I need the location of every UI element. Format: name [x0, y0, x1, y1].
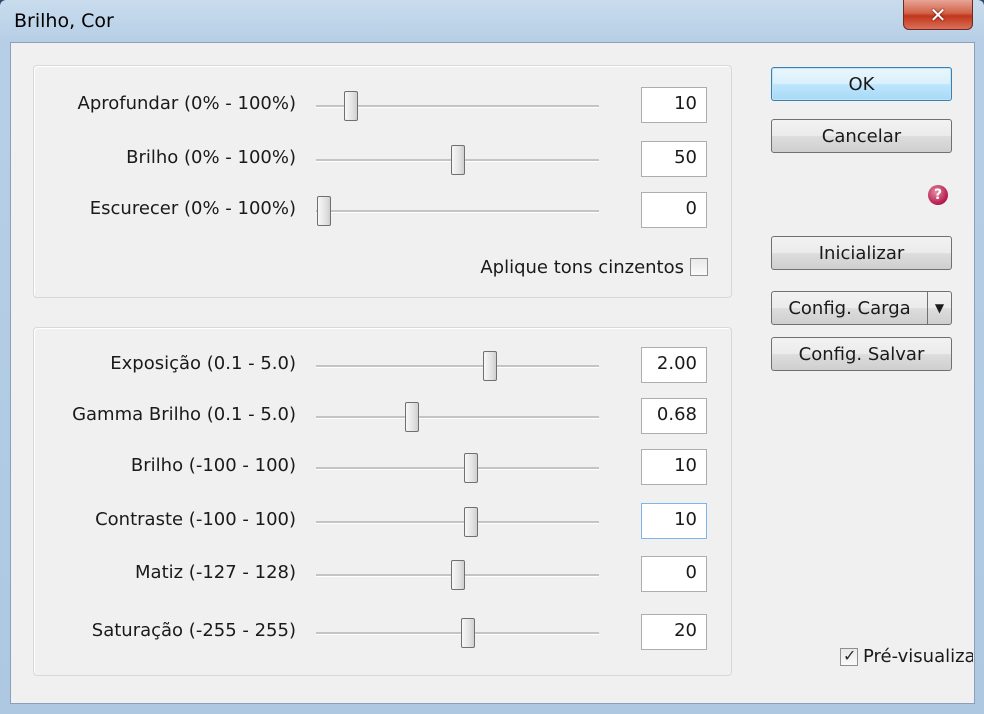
slider-thumb[interactable] [317, 196, 331, 226]
load-config-button[interactable]: Config. Carga [771, 291, 928, 325]
value-input[interactable]: 0.68 [641, 398, 707, 434]
help-icon[interactable]: ? [928, 185, 948, 205]
slider-thumb[interactable] [343, 91, 358, 121]
slider-label: Aprofundar (0% - 100%) [77, 93, 297, 114]
window-title: Brilho, Cor [14, 10, 114, 32]
grayscale-label: Aplique tons cinzentos [480, 257, 684, 278]
grayscale-checkbox[interactable] [690, 258, 708, 276]
slider-label: Exposição (0.1 - 5.0) [110, 353, 296, 374]
reset-button[interactable]: Inicializar [771, 236, 952, 270]
slider-thumb[interactable] [482, 351, 497, 381]
value-input[interactable]: 10 [641, 449, 707, 485]
slider-label: Brilho (0% - 100%) [126, 147, 296, 168]
slider-thumb[interactable] [405, 402, 420, 432]
slider-thumb[interactable] [461, 618, 476, 648]
value-input[interactable]: 0 [641, 556, 707, 592]
value-input[interactable]: 10 [641, 87, 707, 123]
load-config-dropdown-button[interactable]: ▼ [927, 291, 952, 325]
slider-track[interactable] [316, 632, 599, 635]
close-icon: ✕ [929, 2, 947, 27]
slider-track[interactable] [316, 416, 599, 419]
slider-track[interactable] [316, 521, 599, 524]
slider-label: Gamma Brilho (0.1 - 5.0) [72, 404, 296, 425]
slider-track[interactable] [316, 365, 599, 368]
save-config-button[interactable]: Config. Salvar [771, 337, 952, 371]
value-input[interactable]: 20 [641, 614, 707, 650]
slider-label: Saturação (-255 - 255) [91, 620, 296, 641]
value-input[interactable]: 0 [641, 192, 707, 228]
slider-label: Contraste (-100 - 100) [95, 509, 296, 530]
value-input[interactable]: 50 [641, 141, 707, 177]
slider-track[interactable] [316, 467, 599, 470]
slider-track[interactable] [316, 105, 599, 108]
slider-label: Escurecer (0% - 100%) [89, 198, 296, 219]
slider-label: Brilho (-100 - 100) [130, 455, 296, 476]
preview-checkbox[interactable]: ✓ [840, 646, 858, 666]
help-glyph: ? [933, 187, 943, 203]
slider-track[interactable] [316, 210, 599, 213]
cancel-button[interactable]: Cancelar [771, 119, 952, 153]
slider-label: Matiz (-127 - 128) [135, 562, 296, 583]
value-input[interactable]: 2.00 [641, 347, 707, 383]
slider-thumb[interactable] [450, 145, 465, 175]
chevron-down-icon: ▼ [934, 301, 945, 315]
dialog-client-area: Aprofundar (0% - 100%) 10 Brilho (0% - 100… [10, 42, 975, 704]
preview-label: Pré-visualiza [863, 646, 973, 667]
close-button[interactable]: ✕ [903, 0, 973, 30]
check-icon: ✓ [843, 646, 857, 665]
slider-thumb[interactable] [463, 453, 478, 483]
ok-button[interactable]: OK [771, 67, 952, 101]
slider-thumb[interactable] [450, 560, 465, 590]
value-input[interactable]: 10 [641, 503, 707, 539]
window-frame: Brilho, Cor ✕ Aprofundar (0% - 100%) 10 Br… [0, 0, 984, 714]
slider-thumb[interactable] [463, 507, 478, 537]
